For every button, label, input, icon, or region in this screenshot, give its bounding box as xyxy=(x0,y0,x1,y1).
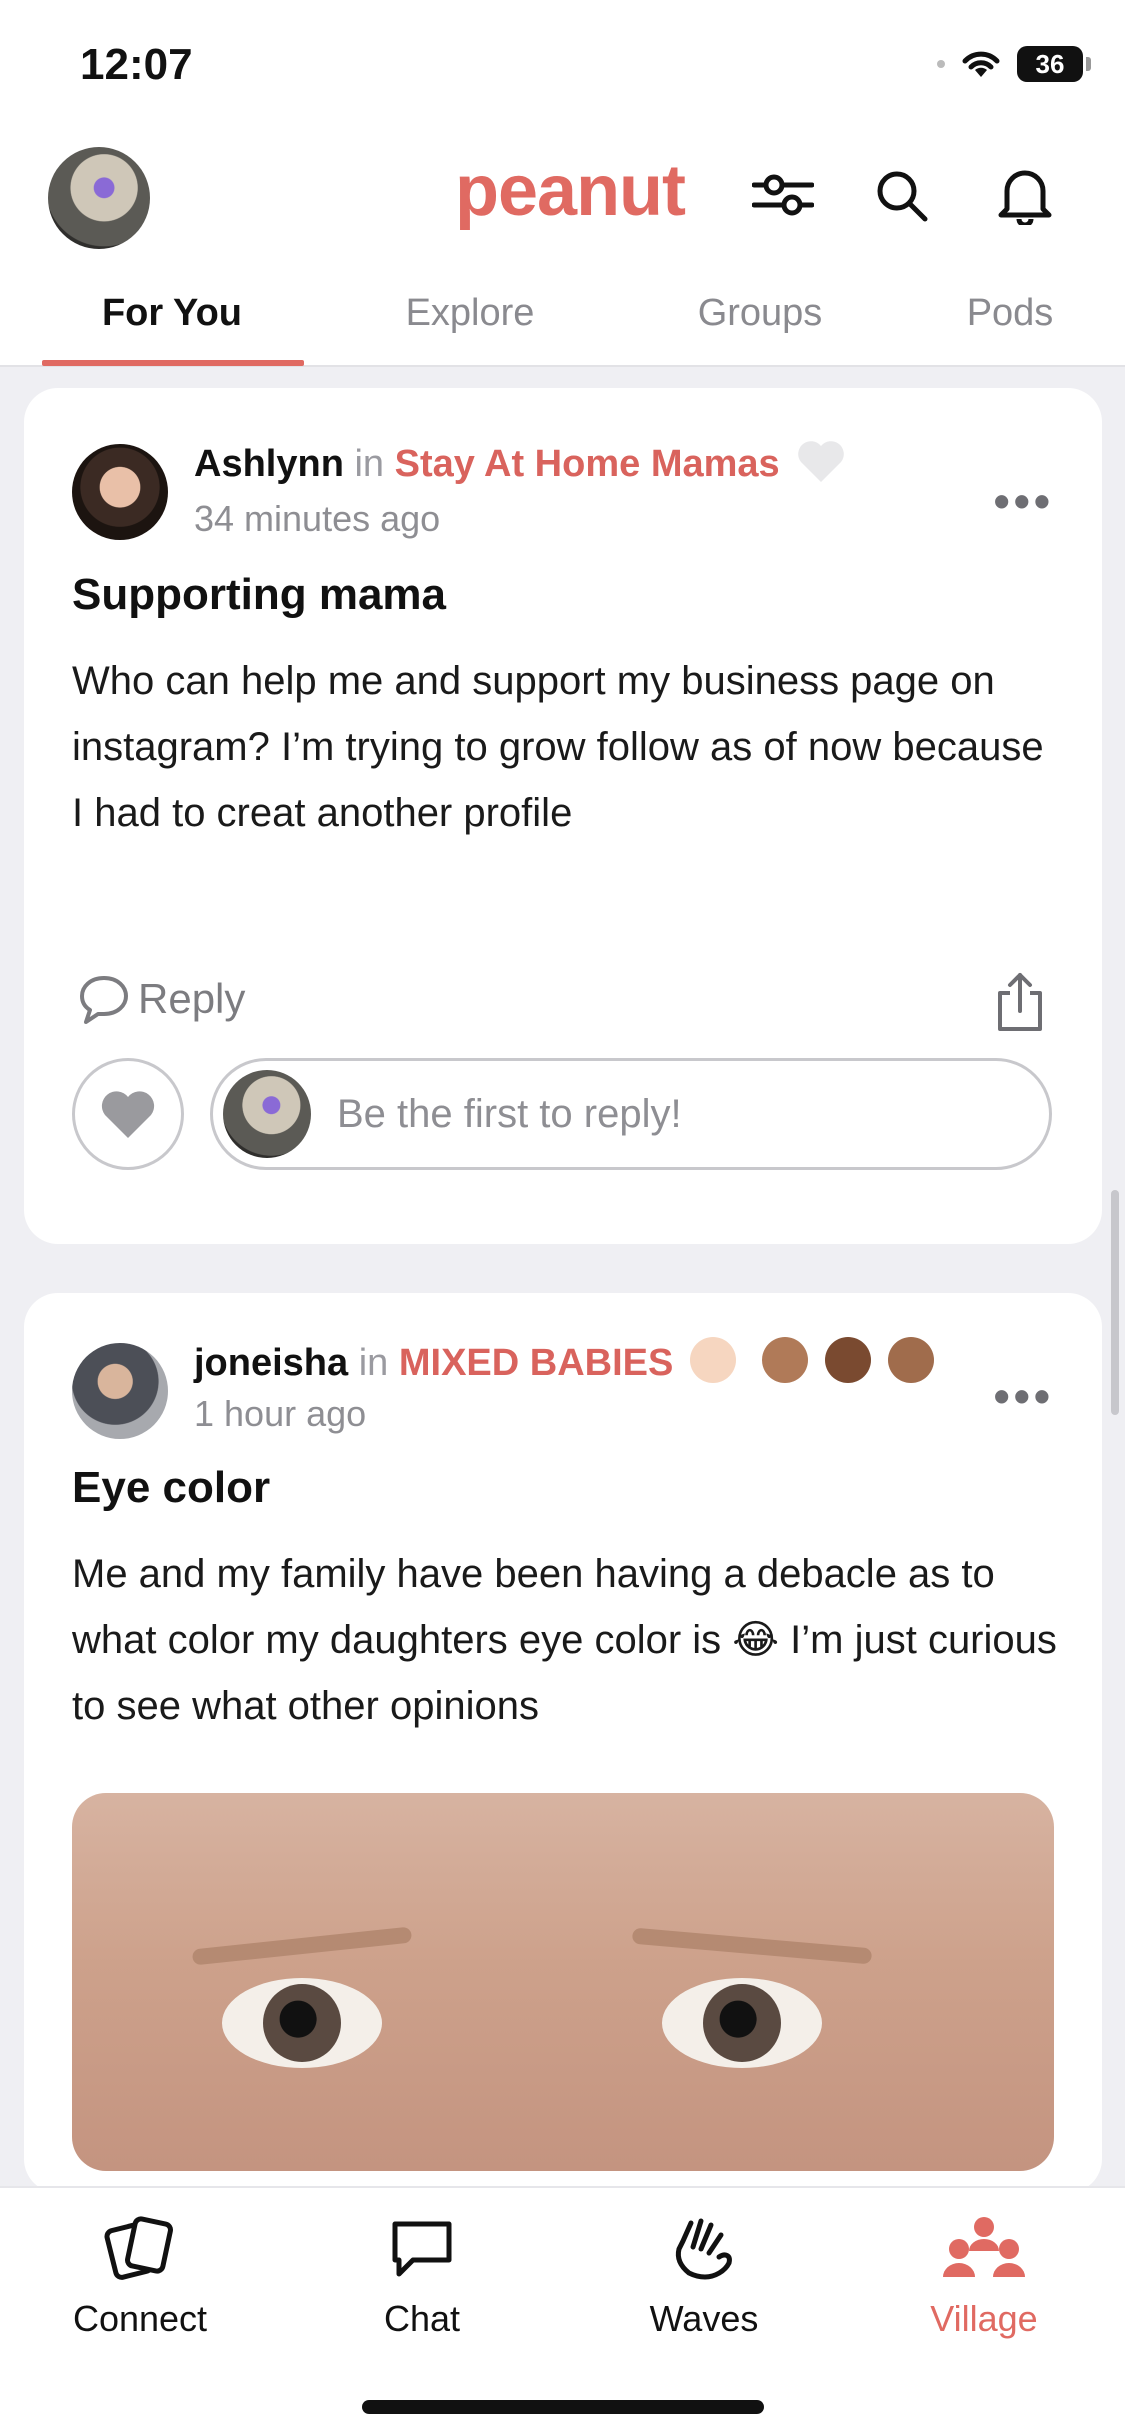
nav-village[interactable]: Village xyxy=(874,2208,1094,2340)
feed-tabs: For You Explore Groups Pods xyxy=(0,280,1125,367)
baby-emoji-icon xyxy=(887,1337,934,1383)
nav-waves[interactable]: Waves xyxy=(594,2208,814,2340)
reply-input[interactable]: Be the first to reply! xyxy=(210,1058,1052,1170)
home-indicator xyxy=(362,2400,764,2414)
photo-detail xyxy=(662,1978,822,2068)
share-button[interactable] xyxy=(990,970,1050,1034)
tab-explore[interactable]: Explore xyxy=(360,292,580,335)
battery-level: 36 xyxy=(1035,48,1065,79)
profile-avatar[interactable] xyxy=(48,147,150,249)
baby-emoji-icon xyxy=(689,1337,736,1383)
photo-detail xyxy=(631,1927,873,1965)
filter-icon xyxy=(752,174,814,216)
tab-pods[interactable]: Pods xyxy=(920,292,1100,335)
status-time: 12:07 xyxy=(80,40,193,89)
heart-icon xyxy=(101,1091,155,1138)
nav-waves-label: Waves xyxy=(649,2298,759,2339)
nav-chat-label: Chat xyxy=(383,2298,461,2339)
author-avatar[interactable] xyxy=(72,444,168,540)
post-body: Who can help me and support my business … xyxy=(72,659,1044,835)
post-title: Supporting mama xyxy=(72,570,447,619)
tab-for-you[interactable]: For You xyxy=(62,292,282,335)
status-icons: 36 xyxy=(937,46,1091,82)
chat-icon xyxy=(392,2221,452,2277)
scrollbar[interactable] xyxy=(1111,1190,1119,1415)
baby-emoji-icon xyxy=(825,1337,872,1383)
post-meta: Ashlynn in Stay At Home Mamas xyxy=(194,438,846,486)
post-author[interactable]: joneisha xyxy=(194,1342,348,1384)
post-card[interactable]: joneisha in MIXED BABIES 1 hour ago ••• … xyxy=(24,1293,1102,2193)
more-options-button[interactable]: ••• xyxy=(994,474,1054,528)
notifications-button[interactable] xyxy=(990,160,1060,230)
cards-icon xyxy=(104,2216,173,2280)
heart-badge-icon xyxy=(798,441,845,482)
post-title: Eye color xyxy=(72,1463,271,1512)
in-label: in xyxy=(358,1342,389,1384)
app-logo: peanut xyxy=(455,151,686,231)
author-avatar[interactable] xyxy=(72,1343,168,1439)
reply-label: Reply xyxy=(138,975,246,1022)
nav-village-label: Village xyxy=(930,2298,1038,2339)
comment-icon xyxy=(80,976,128,1024)
wave-hand-icon xyxy=(675,2218,732,2280)
tab-groups[interactable]: Groups xyxy=(650,292,870,335)
post-author[interactable]: Ashlynn xyxy=(194,443,344,485)
search-icon xyxy=(877,171,928,222)
post-photo[interactable] xyxy=(72,1793,1054,2171)
top-header-area: 12:07 36 peanut For You Explore Groups P… xyxy=(0,0,1125,367)
wifi-icon xyxy=(962,51,1000,77)
photo-detail xyxy=(191,1926,413,1966)
active-tab-indicator xyxy=(42,360,304,366)
reply-placeholder: Be the first to reply! xyxy=(337,1091,682,1136)
photo-detail xyxy=(222,1978,382,2068)
my-avatar xyxy=(223,1070,311,1158)
post-time: 34 minutes ago xyxy=(194,498,441,539)
village-people-icon xyxy=(943,2217,1025,2277)
nav-chat[interactable]: Chat xyxy=(312,2208,532,2340)
baby-emoji-icon xyxy=(762,1337,809,1383)
cellular-dot-icon xyxy=(937,60,945,68)
filter-button[interactable] xyxy=(748,160,818,230)
reply-button[interactable]: Reply xyxy=(76,972,245,1026)
post-group[interactable]: MIXED BABIES xyxy=(399,1342,673,1384)
share-icon xyxy=(998,973,1042,1031)
post-group[interactable]: Stay At Home Mamas xyxy=(395,443,780,485)
battery-indicator: 36 xyxy=(1017,46,1091,82)
post-time: 1 hour ago xyxy=(194,1393,367,1434)
like-button[interactable] xyxy=(72,1058,184,1170)
bottom-navigation: Connect Chat Waves Village xyxy=(0,2186,1125,2436)
in-label: in xyxy=(354,443,385,485)
nav-connect[interactable]: Connect xyxy=(30,2208,250,2340)
post-body: Me and my family have been having a deba… xyxy=(72,1552,1057,1728)
post-card[interactable]: Ashlynn in Stay At Home Mamas 34 minutes… xyxy=(24,388,1102,1244)
search-button[interactable] xyxy=(866,160,936,230)
nav-connect-label: Connect xyxy=(72,2298,208,2339)
more-options-button[interactable]: ••• xyxy=(994,1369,1054,1423)
bell-icon xyxy=(998,170,1052,225)
post-meta: joneisha in MIXED BABIES xyxy=(194,1337,934,1385)
